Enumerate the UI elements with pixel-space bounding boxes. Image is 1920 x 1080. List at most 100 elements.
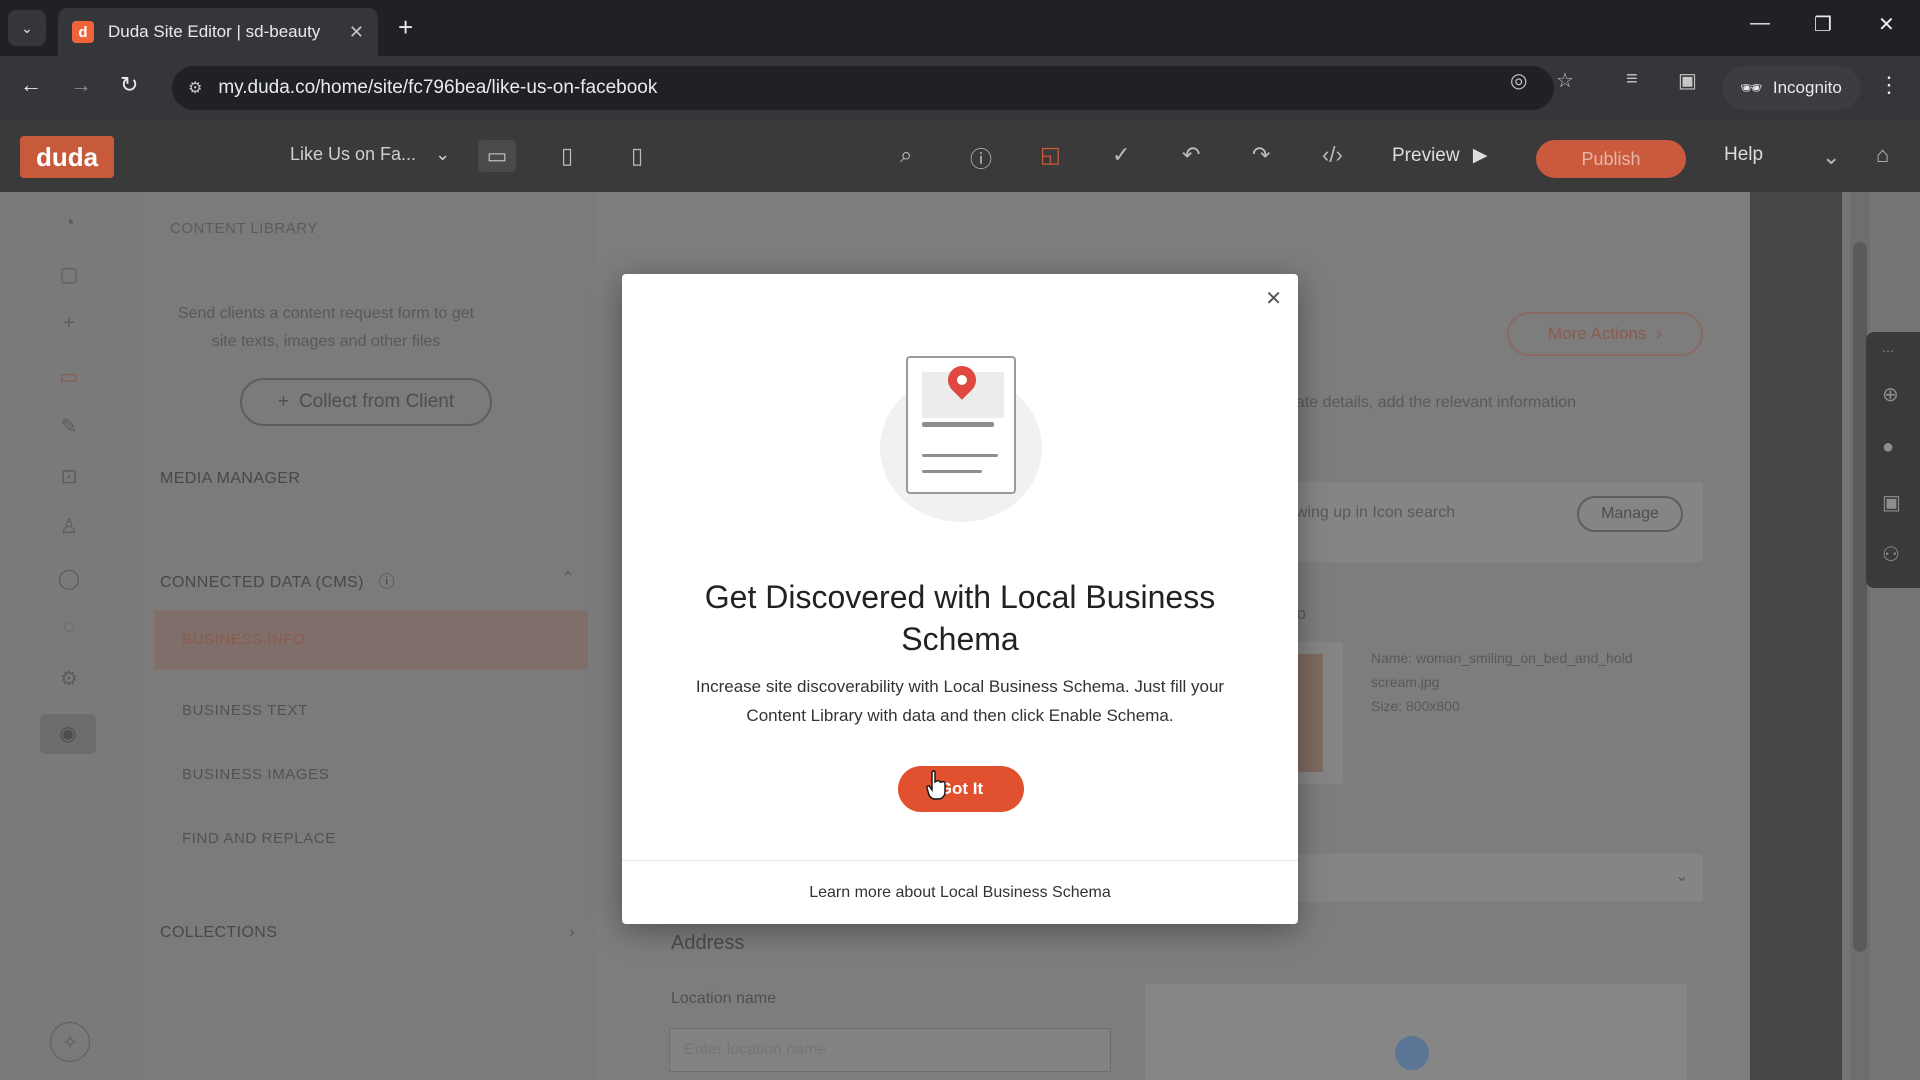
tablet-view-icon[interactable]: ▯ [548, 140, 586, 172]
panel-item-business-images[interactable]: BUSINESS IMAGES [182, 766, 329, 783]
panel-item-find-and-replace[interactable]: FIND AND REPLACE [182, 830, 336, 847]
image-name-text: Name: woman_smiling_on_bed_and_hold [1371, 650, 1633, 666]
comments-icon[interactable]: ◯ [56, 566, 82, 592]
chevron-down-icon[interactable]: ⌄ [1675, 866, 1688, 886]
play-icon: ▶ [1472, 145, 1488, 166]
more-actions-button[interactable]: More Actions › [1507, 312, 1703, 356]
redo-icon[interactable]: ↷ [1252, 142, 1270, 168]
image-size-text: Size: 800x800 [1371, 698, 1460, 714]
panel-item-business-text[interactable]: BUSINESS TEXT [182, 702, 308, 719]
image-file-text: scream.jpg [1371, 674, 1440, 690]
palette-icon[interactable]: ◔ [56, 212, 82, 238]
side-toolbar: ⋯ ⊕ ● ▣ ⚇ [1866, 332, 1920, 588]
help-circle-icon: ⓘ [378, 574, 396, 591]
media-manager-section[interactable]: MEDIA MANAGER [160, 470, 300, 488]
manage-button[interactable]: Manage [1577, 496, 1683, 532]
home-icon[interactable]: ⌂ [1876, 142, 1889, 168]
modal-title: Get Discovered with Local Business Schem… [704, 579, 1216, 657]
address-heading: Address [671, 932, 745, 954]
help-label: Help [1724, 144, 1764, 165]
media-control-icon[interactable]: ≡ [1626, 68, 1638, 91]
mobile-view-icon[interactable]: ▯ [618, 140, 656, 172]
eye-off-icon[interactable]: ◎ [1510, 68, 1527, 93]
chevron-right-icon: › [1656, 324, 1662, 343]
window-close-icon[interactable]: ✕ [1878, 12, 1895, 37]
collect-from-client-button[interactable]: + Collect from Client [240, 378, 492, 426]
got-it-button[interactable]: Got It [898, 766, 1024, 812]
zoom-icon[interactable]: ⊕ [1882, 382, 1899, 407]
connected-data-section[interactable]: CONNECTED DATA (CMS) ⓘ ⌃ [160, 568, 575, 592]
content-library-icon[interactable]: ▭ [56, 364, 82, 390]
doc-line [922, 454, 998, 457]
accessibility-icon[interactable]: ✧ [50, 1022, 90, 1062]
collect-label: Collect from Client [298, 391, 455, 412]
bookmark-star-icon[interactable]: ☆ [1556, 68, 1574, 93]
page-selector[interactable]: Like Us on Fa... ⌄ [290, 144, 450, 165]
browser-tab-bar: ⌄ d Duda Site Editor | sd-beauty ✕ + — ❐… [0, 0, 1920, 56]
pages-icon[interactable]: ▢ [56, 262, 82, 288]
chevron-right-icon: › [569, 924, 575, 941]
help-button[interactable]: Help [1724, 144, 1763, 166]
url-text: my.duda.co/home/site/fc796bea/like-us-on… [218, 77, 658, 98]
incognito-badge[interactable]: 🕶 Incognito [1722, 66, 1860, 110]
tab-close-icon[interactable]: ✕ [349, 22, 364, 43]
chevron-up-icon: ⌃ [561, 570, 575, 587]
settings-gear-icon[interactable]: ⚙ [56, 666, 82, 692]
site-info-icon[interactable]: ⚙ [188, 78, 202, 98]
minimize-icon[interactable]: — [1750, 12, 1770, 35]
browser-tab[interactable]: d Duda Site Editor | sd-beauty ✕ [58, 8, 378, 56]
address-bar[interactable]: ⚙ my.duda.co/home/site/fc796bea/like-us-… [172, 66, 1554, 110]
document-location-icon [906, 356, 1016, 494]
tab-title: Duda Site Editor | sd-beauty [108, 22, 321, 41]
location-name-input[interactable] [669, 1028, 1111, 1072]
desktop-view-icon[interactable]: ▭ [478, 140, 516, 172]
preview-button[interactable]: Preview ▶ [1392, 144, 1487, 167]
map-preview [1145, 984, 1687, 1080]
add-widget-icon[interactable]: + [56, 312, 82, 338]
more-actions-label: More Actions [1548, 324, 1647, 343]
connected-data-label: CONNECTED DATA (CMS) [160, 574, 364, 591]
chevron-down-icon[interactable]: ⌄ [1822, 144, 1840, 170]
window-icon[interactable]: ▣ [1882, 490, 1901, 515]
side-panel-icon[interactable]: ▣ [1678, 68, 1697, 93]
panel-item-business-info[interactable]: BUSINESS INFO [154, 610, 588, 670]
info-icon[interactable]: ⓘ [970, 142, 992, 174]
reload-icon[interactable]: ↻ [120, 72, 138, 98]
publish-button[interactable]: Publish [1536, 140, 1686, 178]
modal-footer: Learn more about Local Business Schema [622, 860, 1298, 924]
store-icon[interactable]: ◱ [1040, 142, 1061, 168]
collections-section[interactable]: COLLECTIONS › [160, 924, 575, 942]
content-library-panel: CONTENT LIBRARY Send clients a content r… [140, 192, 595, 1080]
modal-close-icon[interactable]: ✕ [1265, 286, 1282, 311]
store-cart-icon[interactable]: ⊡ [56, 464, 82, 490]
forward-icon[interactable]: → [70, 72, 92, 98]
image-file-info: Name: woman_smiling_on_bed_and_hold scre… [1371, 646, 1711, 718]
tab-search-icon[interactable]: ⌄ [8, 10, 46, 46]
chat-icon[interactable]: ◌ [56, 616, 82, 642]
new-tab-icon[interactable]: + [398, 12, 413, 43]
code-icon[interactable]: ‹/› [1322, 142, 1343, 168]
incognito-icon: 🕶 [1740, 77, 1763, 98]
undo-icon[interactable]: ↶ [1182, 142, 1200, 168]
local-business-schema-modal: ✕ Get Discovered with Local Business Sch… [622, 274, 1298, 924]
update-info-text: date details, add the relevant informati… [1287, 394, 1577, 411]
plus-icon: + [277, 391, 289, 412]
doc-line [922, 470, 982, 473]
eye-icon[interactable]: ◉ [40, 714, 96, 754]
more-dots-icon[interactable]: ⋯ [1882, 344, 1894, 358]
back-icon[interactable]: ← [20, 72, 42, 98]
team-icon[interactable]: ⚇ [1882, 542, 1900, 567]
browser-menu-icon[interactable]: ⋮ [1878, 72, 1900, 98]
checkmark-icon[interactable]: ✓ [1112, 142, 1130, 168]
chat-bubble-icon[interactable]: ● [1882, 436, 1894, 459]
search-icon[interactable]: ⌕ [900, 142, 912, 168]
restore-icon[interactable]: ❐ [1814, 12, 1832, 37]
learn-more-link[interactable]: Learn more about Local Business Schema [809, 884, 1111, 902]
preview-edge [1750, 192, 1842, 1080]
personalize-icon[interactable]: ♙ [56, 514, 82, 540]
duda-logo[interactable]: duda [20, 136, 114, 178]
page-selector-label: Like Us on Fa... [290, 144, 417, 164]
logo-thumbnail [1295, 654, 1323, 772]
design-brush-icon[interactable]: ✎ [56, 414, 82, 440]
scrollbar-thumb[interactable] [1853, 242, 1867, 952]
